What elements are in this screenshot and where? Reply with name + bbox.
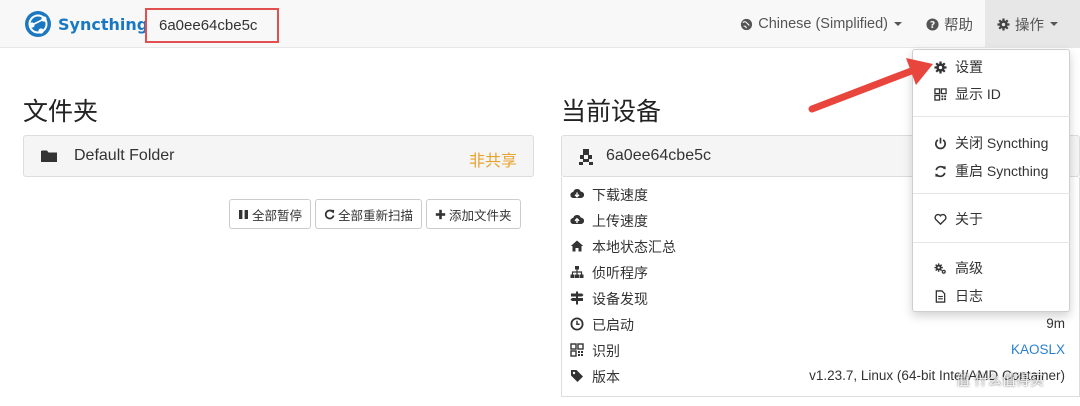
qrcode-icon <box>570 343 584 357</box>
menu-item-label: 显示 ID <box>955 86 1001 102</box>
brand-name: Syncthing <box>58 14 149 34</box>
menu-item-label: 日志 <box>955 288 983 304</box>
language-menu[interactable]: Chinese (Simplified) <box>728 0 914 48</box>
folder-status: 非共享 <box>468 153 517 170</box>
navbar-device-id-text: 6a0ee64cbe5c <box>159 17 258 34</box>
menu-item-advanced[interactable]: 高级 <box>913 256 1071 280</box>
device-row-identification: 识别 KAOSLX <box>562 337 1080 363</box>
clock-icon <box>570 317 584 331</box>
actions-menu[interactable]: 操作 <box>985 0 1080 48</box>
annotation-arrow-icon <box>808 58 933 113</box>
device-row-label: 上传速度 <box>592 213 648 229</box>
folder-panel-default[interactable]: Default Folder 非共享 <box>23 135 534 177</box>
watermark: 值 什么值得买 <box>956 372 1044 388</box>
device-row-uptime: 已启动 9m <box>562 311 1080 337</box>
menu-divider <box>913 193 1071 194</box>
tag-icon <box>571 370 583 382</box>
sitemap-icon <box>570 266 584 278</box>
cloud-upload-icon <box>570 215 584 225</box>
globe-icon <box>741 18 753 30</box>
device-row-label: 本地状态汇总 <box>592 239 676 255</box>
device-id-link[interactable]: KAOSLX <box>1011 342 1065 357</box>
menu-item-label: 关于 <box>955 211 983 227</box>
this-device-name: 6a0ee64cbe5c <box>606 147 711 164</box>
refresh-icon <box>935 165 946 177</box>
add-folder-button[interactable]: 添加文件夹 <box>426 199 521 229</box>
rescan-all-button[interactable]: 全部重新扫描 <box>315 199 423 229</box>
svg-text:?: ? <box>930 19 935 30</box>
menu-divider <box>913 242 1071 243</box>
menu-item-restart[interactable]: 重启 Syncthing <box>913 159 1071 183</box>
chevron-down-icon <box>1050 22 1058 26</box>
folders-heading: 文件夹 <box>23 98 99 126</box>
signpost-icon <box>570 291 584 305</box>
file-icon <box>935 289 946 303</box>
folder-icon <box>41 150 57 162</box>
folder-actions: 全部暂停 全部重新扫描 添加文件夹 <box>229 199 521 229</box>
device-identicon-icon <box>579 149 593 165</box>
heart-icon <box>934 213 947 225</box>
pause-icon <box>239 209 248 219</box>
refresh-icon <box>324 209 335 219</box>
folder-name: Default Folder <box>74 147 175 164</box>
menu-item-label: 设置 <box>955 59 983 75</box>
plus-icon <box>435 209 446 219</box>
menu-item-logs[interactable]: 日志 <box>913 284 1071 308</box>
pause-all-button[interactable]: 全部暂停 <box>229 199 312 229</box>
pause-all-label: 全部暂停 <box>252 208 303 223</box>
menu-item-shutdown[interactable]: 关闭 Syncthing <box>913 131 1071 155</box>
chevron-down-icon <box>894 22 902 26</box>
help-menu[interactable]: ? 帮助 <box>914 0 985 48</box>
navbar: Syncthing 6a0ee64cbe5c Chinese (Simplifi… <box>0 0 1080 48</box>
navbar-right: Chinese (Simplified) ? 帮助 操作 <box>728 0 1080 48</box>
brand[interactable]: Syncthing <box>24 10 148 38</box>
menu-item-label: 关闭 Syncthing <box>955 135 1049 151</box>
device-row-value: 9m <box>1046 316 1065 331</box>
question-circle-icon: ? <box>926 17 939 30</box>
rescan-all-label: 全部重新扫描 <box>338 208 414 223</box>
device-row-label: 侦听程序 <box>592 265 648 281</box>
device-row-label: 版本 <box>592 369 620 385</box>
cogs-icon <box>934 262 946 274</box>
language-label: Chinese (Simplified) <box>758 16 888 32</box>
this-device-heading: 当前设备 <box>561 98 662 126</box>
actions-label: 操作 <box>1015 17 1044 34</box>
power-icon <box>935 137 946 149</box>
device-row-label: 已启动 <box>592 317 634 333</box>
gear-icon <box>997 17 1010 31</box>
menu-item-label: 重启 Syncthing <box>955 163 1049 179</box>
add-folder-label: 添加文件夹 <box>449 208 512 223</box>
navbar-device-id: 6a0ee64cbe5c <box>145 8 279 43</box>
menu-item-label: 高级 <box>955 260 983 276</box>
cloud-download-icon <box>570 189 584 199</box>
home-icon <box>570 240 584 252</box>
device-row-label: 下载速度 <box>592 187 648 203</box>
device-row-label: 设备发现 <box>592 291 648 307</box>
help-label: 帮助 <box>944 17 973 34</box>
syncthing-logo-icon <box>25 11 51 37</box>
menu-item-about[interactable]: 关于 <box>913 207 1071 231</box>
device-row-label: 识别 <box>592 343 620 359</box>
